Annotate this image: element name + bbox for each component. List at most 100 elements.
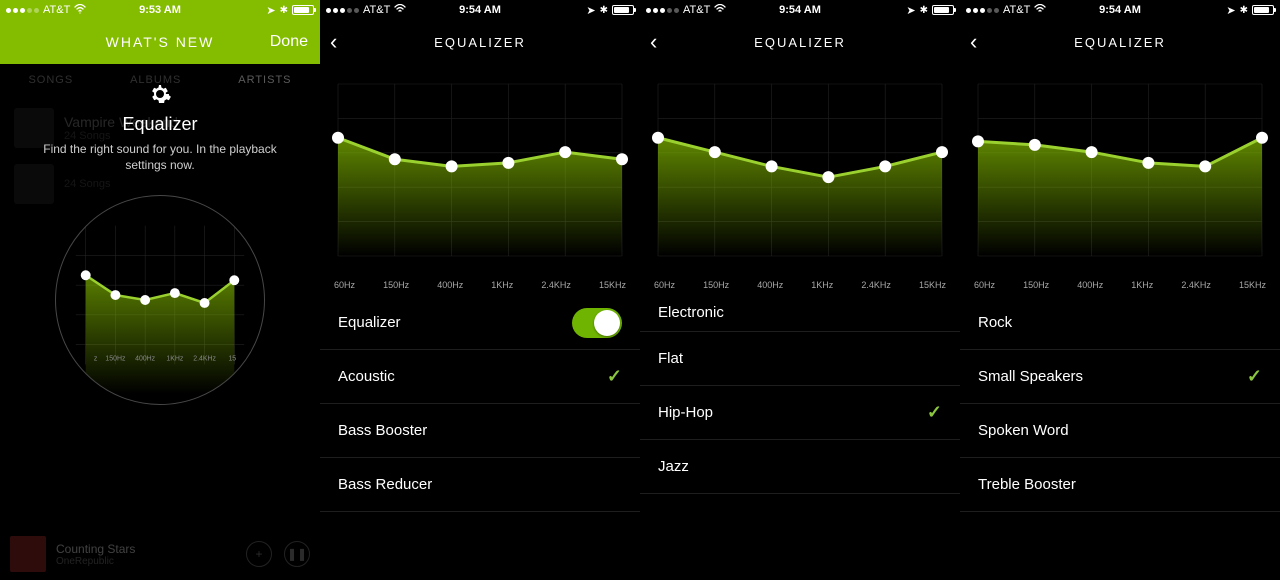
freq-label: 60Hz <box>334 280 355 290</box>
freq-label: 60Hz <box>654 280 675 290</box>
eq-frequency-labels: 60Hz 150Hz 400Hz 1KHz 2.4KHz 15KHz <box>640 280 960 290</box>
status-time: 9:54 AM <box>320 4 640 16</box>
freq-label: 400Hz <box>1077 280 1103 290</box>
battery-icon <box>1252 5 1274 15</box>
eq-frequency-labels: 60Hz 150Hz 400Hz 1KHz 2.4KHz 15KHz <box>320 280 640 290</box>
page-title: EQUALIZER <box>754 35 846 50</box>
freq-label: 2.4KHz <box>541 280 571 290</box>
preset-row-jazz[interactable]: Jazz <box>640 440 960 494</box>
preset-label: Spoken Word <box>978 422 1262 439</box>
screen-eq-smallspeakers: AT&T 9:54 AM ➤ ✱ ‹ EQUALIZER 60Hz 150Hz 40… <box>960 0 1280 580</box>
svg-text:z: z <box>94 356 98 363</box>
status-bar: AT&T 9:54 AM ➤ ✱ <box>640 0 960 20</box>
done-button[interactable]: Done <box>270 33 308 51</box>
screen-eq-acoustic: AT&T 9:54 AM ➤ ✱ ‹ EQUALIZER 60Hz 150Hz 40… <box>320 0 640 580</box>
eq-mini-chart: z 150Hz 400Hz 1KHz 2.4KHz 15 <box>56 196 264 404</box>
preset-row-treble booster[interactable]: Treble Booster <box>960 458 1280 512</box>
check-icon: ✓ <box>1247 366 1262 387</box>
freq-label: 150Hz <box>1023 280 1049 290</box>
eq-chart[interactable] <box>320 64 640 296</box>
promo-subtitle: Find the right sound for you. In the pla… <box>0 141 320 173</box>
preset-list[interactable]: Rock Small Speakers ✓ Spoken Word Treble… <box>960 296 1280 512</box>
screen-whats-new: AT&T 9:53 AM ➤ ✱ WHAT'S NEW Done SONGS A… <box>0 0 320 580</box>
status-time: 9:53 AM <box>0 4 320 16</box>
freq-label: 400Hz <box>437 280 463 290</box>
eq-chart-area: 60Hz 150Hz 400Hz 1KHz 2.4KHz 15KHz <box>960 64 1280 296</box>
battery-icon <box>932 5 954 15</box>
preset-row-rock[interactable]: Rock <box>960 296 1280 350</box>
status-bar: AT&T 9:54 AM ➤ ✱ <box>320 0 640 20</box>
check-icon: ✓ <box>927 402 942 423</box>
status-time: 9:54 AM <box>960 4 1280 16</box>
freq-label: 2.4KHz <box>861 280 891 290</box>
preset-row-electronic[interactable]: Electronic <box>640 296 960 332</box>
now-playing-title: Counting Stars <box>56 542 135 556</box>
promo-eq-preview: z 150Hz 400Hz 1KHz 2.4KHz 15 <box>55 195 265 405</box>
preset-label: Hip-Hop <box>658 404 927 421</box>
freq-label: 150Hz <box>383 280 409 290</box>
preset-list[interactable]: Equalizer Acoustic ✓ Bass Booster Bass R… <box>320 296 640 512</box>
svg-text:150Hz: 150Hz <box>105 356 126 363</box>
whats-new-header: WHAT'S NEW Done <box>0 20 320 64</box>
check-icon: ✓ <box>607 366 622 387</box>
preset-row-bass booster[interactable]: Bass Booster <box>320 404 640 458</box>
status-bar: AT&T 9:54 AM ➤ ✱ <box>960 0 1280 20</box>
equalizer-header: ‹ EQUALIZER <box>960 20 1280 64</box>
battery-icon <box>612 5 634 15</box>
preset-label: Treble Booster <box>978 476 1262 493</box>
svg-text:2.4KHz: 2.4KHz <box>193 356 216 363</box>
preset-label: Flat <box>658 350 942 367</box>
page-title: EQUALIZER <box>1074 35 1166 50</box>
preset-label: Rock <box>978 314 1262 331</box>
back-button[interactable]: ‹ <box>970 31 977 53</box>
eq-chart-area: 60Hz 150Hz 400Hz 1KHz 2.4KHz 15KHz <box>320 64 640 296</box>
preset-label: Jazz <box>658 458 942 475</box>
preset-row-flat[interactable]: Flat <box>640 332 960 386</box>
equalizer-header: ‹ EQUALIZER <box>320 20 640 64</box>
back-button[interactable]: ‹ <box>650 31 657 53</box>
freq-label: 1KHz <box>811 280 833 290</box>
status-bar: AT&T 9:53 AM ➤ ✱ <box>0 0 320 20</box>
eq-frequency-labels: 60Hz 150Hz 400Hz 1KHz 2.4KHz 15KHz <box>960 280 1280 290</box>
preset-list[interactable]: Electronic Flat Hip-Hop ✓ Jazz <box>640 296 960 494</box>
preset-row-hip-hop[interactable]: Hip-Hop ✓ <box>640 386 960 440</box>
preset-row-small speakers[interactable]: Small Speakers ✓ <box>960 350 1280 404</box>
page-title: WHAT'S NEW <box>106 34 215 50</box>
svg-text:15: 15 <box>228 356 236 363</box>
freq-label: 15KHz <box>1239 280 1266 290</box>
eq-chart-area: 60Hz 150Hz 400Hz 1KHz 2.4KHz 15KHz <box>640 64 960 296</box>
preset-row-acoustic[interactable]: Acoustic ✓ <box>320 350 640 404</box>
now-playing-bar[interactable]: Counting Stars OneRepublic + ❚❚ <box>0 528 320 580</box>
preset-row-spoken word[interactable]: Spoken Word <box>960 404 1280 458</box>
preset-label: Acoustic <box>338 368 607 385</box>
promo-title: Equalizer <box>122 114 197 135</box>
freq-label: 60Hz <box>974 280 995 290</box>
back-button[interactable]: ‹ <box>330 31 337 53</box>
equalizer-toggle[interactable] <box>572 308 622 338</box>
freq-label: 2.4KHz <box>1181 280 1211 290</box>
freq-label: 1KHz <box>1131 280 1153 290</box>
eq-chart[interactable] <box>640 64 960 296</box>
equalizer-header: ‹ EQUALIZER <box>640 20 960 64</box>
now-playing-artist: OneRepublic <box>56 556 135 567</box>
gear-icon <box>148 82 172 106</box>
preset-label: Electronic <box>658 304 942 321</box>
pause-button[interactable]: ❚❚ <box>284 541 310 567</box>
equalizer-promo-overlay[interactable]: Equalizer Find the right sound for you. … <box>0 64 320 580</box>
preset-row-bass reducer[interactable]: Bass Reducer <box>320 458 640 512</box>
add-button[interactable]: + <box>246 541 272 567</box>
preset-label: Bass Booster <box>338 422 622 439</box>
equalizer-toggle-row[interactable]: Equalizer <box>320 296 640 350</box>
eq-chart[interactable] <box>960 64 1280 296</box>
battery-icon <box>292 5 314 15</box>
preset-label: Bass Reducer <box>338 476 622 493</box>
freq-label: 1KHz <box>491 280 513 290</box>
freq-label: 15KHz <box>599 280 626 290</box>
freq-label: 400Hz <box>757 280 783 290</box>
status-time: 9:54 AM <box>640 4 960 16</box>
freq-label: 150Hz <box>703 280 729 290</box>
now-playing-art <box>10 536 46 572</box>
svg-text:1KHz: 1KHz <box>166 356 183 363</box>
freq-label: 15KHz <box>919 280 946 290</box>
svg-text:400Hz: 400Hz <box>135 356 156 363</box>
